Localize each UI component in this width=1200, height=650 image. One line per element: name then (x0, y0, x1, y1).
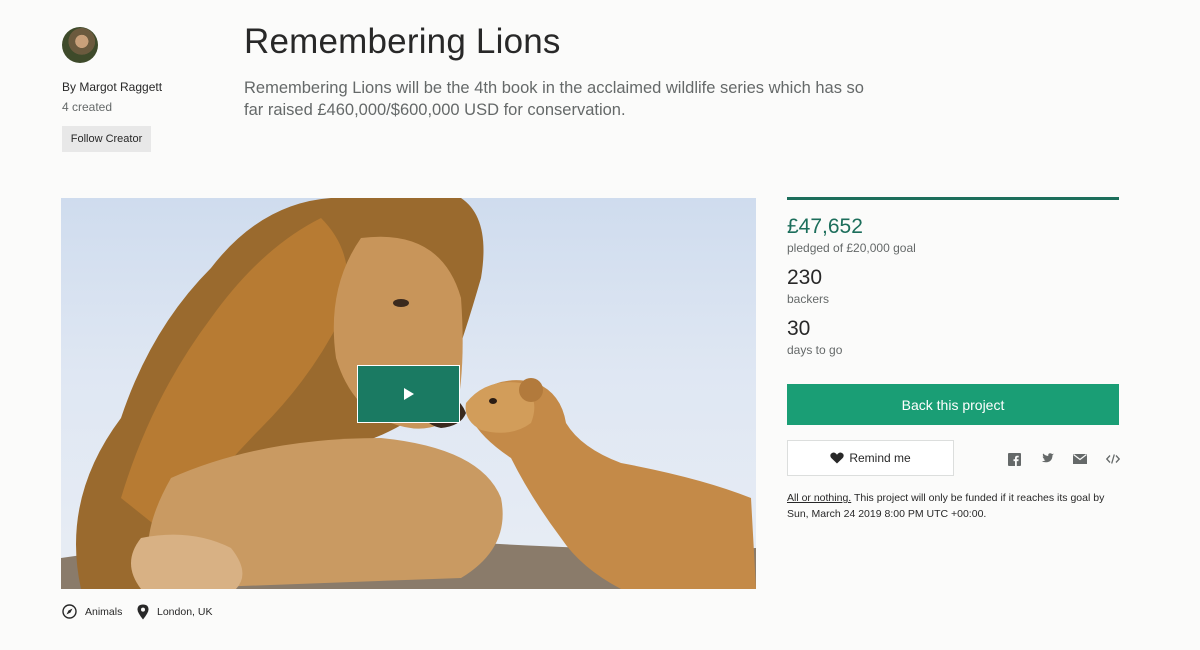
project-title: Remembering Lions (244, 22, 561, 61)
category-label: Animals (85, 605, 123, 618)
location-label: London, UK (157, 606, 213, 618)
play-video-button[interactable] (357, 365, 460, 423)
twitter-icon[interactable] (1039, 451, 1055, 467)
play-icon (403, 388, 414, 400)
email-icon[interactable] (1072, 451, 1088, 467)
backers-label: backers (787, 292, 830, 306)
creator-project-count: 4 created (62, 100, 113, 114)
funding-notice: All or nothing. This project will only b… (787, 490, 1127, 522)
facebook-icon[interactable] (1006, 451, 1022, 467)
creator-name[interactable]: By Margot Raggett (62, 80, 162, 94)
follow-creator-button[interactable]: Follow Creator (62, 126, 151, 152)
pledged-amount: £47,652 (787, 215, 863, 238)
heart-icon (830, 452, 844, 464)
pledged-goal-label: pledged of £20,000 goal (787, 241, 916, 255)
back-project-button[interactable]: Back this project (787, 384, 1119, 425)
backers-count: 230 (787, 266, 823, 289)
days-left-label: days to go (787, 343, 843, 357)
project-blurb: Remembering Lions will be the 4th book i… (244, 79, 864, 119)
category-link[interactable]: Animals (62, 604, 122, 619)
funding-progress-bar (787, 197, 1119, 200)
all-or-nothing-link[interactable]: All or nothing. (787, 492, 851, 504)
embed-icon[interactable] (1105, 451, 1121, 467)
days-left-count: 30 (787, 317, 811, 340)
location-link[interactable]: London, UK (137, 604, 212, 620)
compass-icon (62, 604, 77, 619)
remind-me-button[interactable]: Remind me (787, 440, 954, 476)
location-pin-icon (137, 604, 149, 620)
creator-avatar[interactable] (62, 27, 98, 63)
remind-me-label: Remind me (849, 451, 911, 465)
